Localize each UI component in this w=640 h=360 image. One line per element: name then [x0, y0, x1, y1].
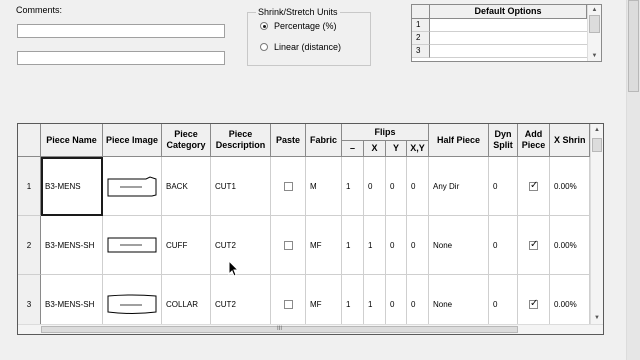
col-header-piece-name[interactable]: Piece Name	[41, 124, 103, 157]
default-options-row-number: 1	[412, 19, 430, 32]
default-options-cell[interactable]	[430, 32, 587, 45]
shrink-stretch-units-title: Shrink/Stretch Units	[256, 7, 340, 17]
default-options-cell[interactable]	[430, 45, 587, 58]
piece-thumbnail-image	[107, 237, 157, 253]
horizontal-scroll-thumb[interactable]: III	[41, 326, 518, 333]
default-options-scrollbar[interactable]: ▲ ▼	[587, 5, 601, 61]
piece-description-cell[interactable]: CUT1	[211, 157, 271, 216]
flip-xy-cell[interactable]: 0	[407, 216, 429, 275]
paste-cell[interactable]	[271, 216, 306, 275]
comments-field-line-2[interactable]	[17, 51, 225, 65]
add-piece-cell[interactable]	[518, 157, 550, 216]
default-options-row-number: 3	[412, 45, 430, 58]
col-header-flip-dash[interactable]: –	[342, 141, 364, 157]
percentage-radio-label: Percentage (%)	[274, 21, 337, 31]
half-piece-cell[interactable]: None	[429, 216, 489, 275]
flip-xy-cell[interactable]: 0	[407, 157, 429, 216]
piece-category-cell[interactable]: BACK	[162, 157, 211, 216]
col-header-dyn-split[interactable]: Dyn Split	[489, 124, 518, 157]
linear-radio-label: Linear (distance)	[274, 42, 342, 52]
scroll-thumb[interactable]	[589, 15, 600, 33]
flip-y-cell[interactable]: 0	[386, 157, 407, 216]
scroll-thumb[interactable]	[592, 138, 602, 152]
row-number[interactable]: 2	[18, 216, 41, 275]
grid-corner-header	[18, 124, 41, 157]
fabric-cell[interactable]: MF	[306, 216, 342, 275]
half-piece-cell[interactable]: Any Dir	[429, 157, 489, 216]
paste-checkbox[interactable]	[283, 240, 293, 250]
paste-cell[interactable]	[271, 157, 306, 216]
col-header-flip-xy[interactable]: X,Y	[407, 141, 429, 157]
add-piece-checkbox[interactable]	[529, 298, 538, 309]
add-piece-checkbox[interactable]	[529, 239, 538, 250]
comments-field-line-1[interactable]	[17, 24, 225, 38]
grid-horizontal-scrollbar[interactable]: III	[18, 324, 603, 334]
col-header-flips[interactable]: Flips	[342, 124, 429, 141]
x-shrink-cell[interactable]: 0.00%	[550, 157, 590, 216]
scroll-up-arrow-icon[interactable]: ▲	[591, 126, 603, 134]
default-options-row-number: 2	[412, 32, 430, 45]
scroll-down-arrow-icon[interactable]: ▼	[588, 52, 601, 60]
comments-label: Comments:	[16, 5, 63, 15]
col-header-flip-y[interactable]: Y	[386, 141, 407, 157]
col-header-fabric[interactable]: Fabric	[306, 124, 342, 157]
flip-dash-cell[interactable]: 1	[342, 216, 364, 275]
x-shrink-cell[interactable]: 0.00%	[550, 216, 590, 275]
piece-thumbnail-image	[107, 176, 157, 197]
window-vertical-scrollbar[interactable]	[626, 0, 640, 360]
shrink-stretch-units-group: Shrink/Stretch Units Percentage (%) Line…	[247, 7, 371, 66]
scroll-up-arrow-icon[interactable]: ▲	[588, 6, 601, 14]
piece-image-cell[interactable]	[103, 157, 162, 216]
fabric-cell[interactable]: M	[306, 157, 342, 216]
col-header-paste[interactable]: Paste	[271, 124, 306, 157]
default-options-cell[interactable]	[430, 19, 587, 32]
paste-checkbox[interactable]	[283, 299, 293, 309]
scroll-grip-icon: III	[276, 326, 282, 332]
scroll-down-arrow-icon[interactable]: ▼	[591, 314, 603, 322]
linear-radio-button[interactable]	[260, 43, 268, 51]
add-piece-cell[interactable]	[518, 216, 550, 275]
col-header-piece-image[interactable]: Piece Image	[103, 124, 162, 157]
percentage-radio-button[interactable]	[260, 22, 268, 30]
default-options-corner	[412, 5, 430, 19]
mouse-pointer-icon	[228, 260, 240, 277]
default-options-header: Default Options	[430, 5, 587, 19]
piece-name-cell[interactable]: B3-MENS	[41, 157, 103, 216]
row-number[interactable]: 1	[18, 157, 41, 216]
piece-name-cell[interactable]: B3-MENS-SH	[41, 216, 103, 275]
dyn-split-cell[interactable]: 0	[489, 216, 518, 275]
piece-category-cell[interactable]: CUFF	[162, 216, 211, 275]
flip-y-cell[interactable]: 0	[386, 216, 407, 275]
piece-thumbnail-image	[107, 294, 157, 314]
piece-image-cell[interactable]	[103, 216, 162, 275]
paste-checkbox[interactable]	[283, 181, 293, 191]
col-header-flip-x[interactable]: X	[364, 141, 386, 157]
col-header-piece-description[interactable]: Piece Description	[211, 124, 271, 157]
flip-x-cell[interactable]: 1	[364, 216, 386, 275]
col-header-piece-category[interactable]: Piece Category	[162, 124, 211, 157]
pieces-grid[interactable]: Piece Name Piece Image Piece Category Pi…	[17, 123, 604, 335]
window-scroll-thumb[interactable]	[628, 0, 639, 92]
flip-x-cell[interactable]: 0	[364, 157, 386, 216]
piece-description-cell[interactable]: CUT2	[211, 216, 271, 275]
grid-vertical-scrollbar[interactable]: ▲ ▼	[590, 124, 603, 324]
flip-dash-cell[interactable]: 1	[342, 157, 364, 216]
add-piece-checkbox[interactable]	[529, 180, 538, 191]
default-options-grid[interactable]: Default Options 1 2 3 ▲ ▼	[411, 4, 602, 62]
col-header-half-piece[interactable]: Half Piece	[429, 124, 489, 157]
dyn-split-cell[interactable]: 0	[489, 157, 518, 216]
col-header-x-shrink[interactable]: X Shrin	[550, 124, 590, 157]
col-header-add-piece[interactable]: Add Piece	[518, 124, 550, 157]
